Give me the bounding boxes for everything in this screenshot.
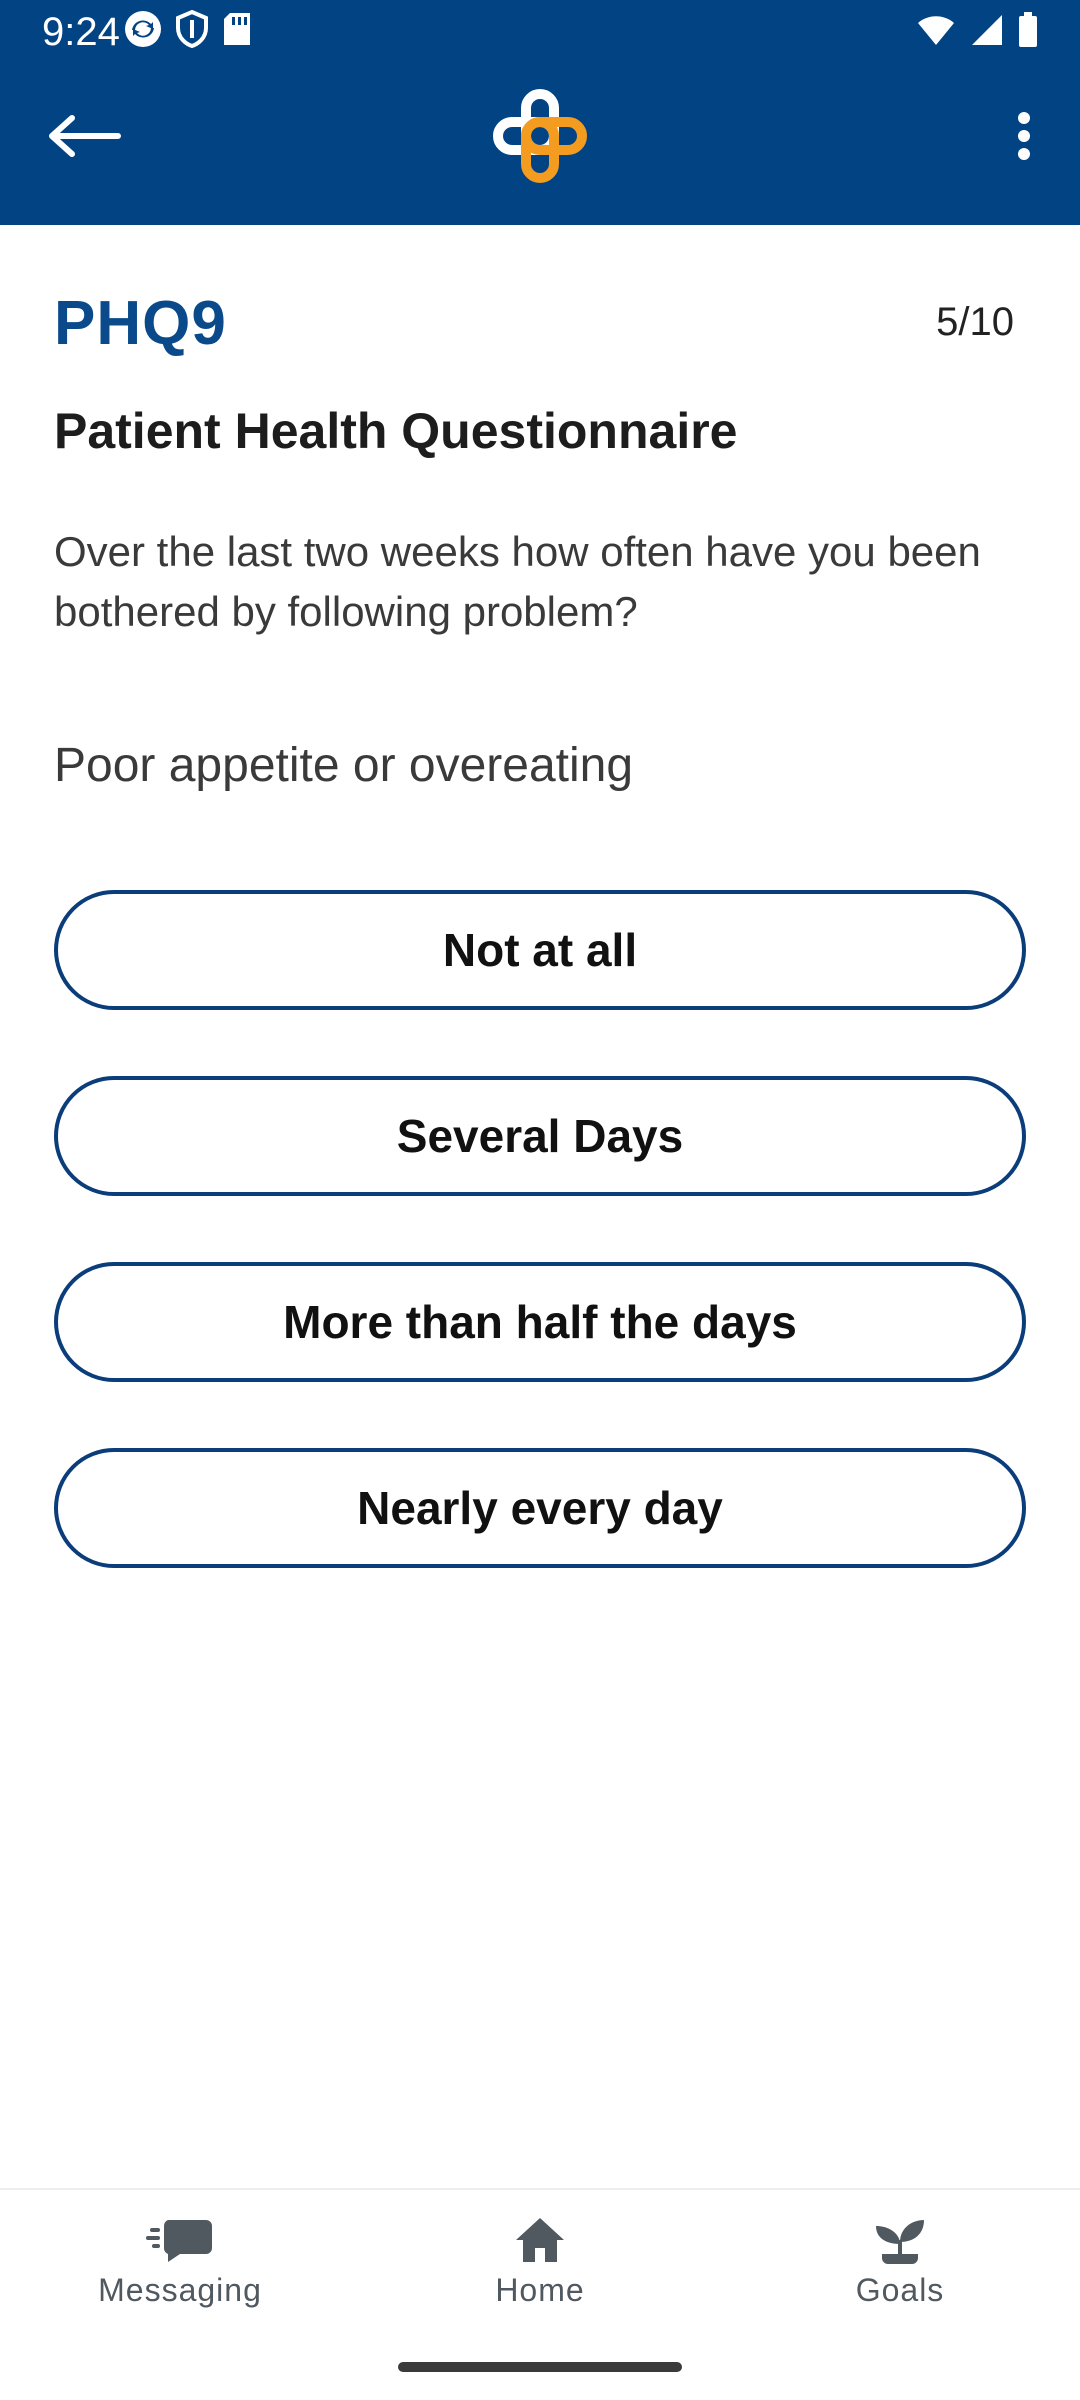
questionnaire-title: Patient Health Questionnaire bbox=[54, 403, 738, 459]
app-bar: 9:24 bbox=[0, 0, 1080, 225]
more-options-button[interactable] bbox=[988, 96, 1060, 176]
sprout-icon bbox=[876, 2220, 924, 2264]
option-nearly-every-day-button[interactable]: Nearly every day bbox=[54, 1448, 1026, 1568]
nav-item-messaging[interactable]: Messaging bbox=[50, 2216, 310, 2326]
option-several-days-button[interactable]: Several Days bbox=[54, 1076, 1026, 1196]
question-progress: 5/10 bbox=[936, 300, 1014, 344]
question-instruction: Over the last two weeks how often have y… bbox=[54, 528, 981, 635]
sd-card-icon bbox=[222, 11, 252, 52]
more-vert-icon bbox=[1018, 112, 1030, 160]
nav-label-goals: Goals bbox=[855, 2272, 945, 2308]
shield-icon bbox=[176, 9, 208, 53]
status-time: 9:24 bbox=[42, 10, 120, 54]
status-right-icons bbox=[916, 12, 1038, 53]
nav-label-home: Home bbox=[495, 2272, 585, 2308]
option-more-than-half-button[interactable]: More than half the days bbox=[54, 1262, 1026, 1382]
arrow-left-icon bbox=[49, 115, 121, 157]
back-button[interactable] bbox=[40, 96, 128, 176]
chat-icon bbox=[146, 2220, 212, 2262]
signal-icon bbox=[970, 13, 1004, 52]
sync-icon bbox=[124, 10, 162, 53]
wifi-icon bbox=[916, 13, 956, 52]
option-not-at-all-button[interactable]: Not at all bbox=[54, 890, 1026, 1010]
status-left-icons bbox=[124, 9, 252, 53]
nav-item-goals[interactable]: Goals bbox=[770, 2216, 1030, 2326]
nav-label-messaging: Messaging bbox=[98, 2272, 262, 2308]
nav-item-home[interactable]: Home bbox=[410, 2216, 670, 2326]
answer-options: Not at all Several Days More than half t… bbox=[54, 890, 1026, 1634]
battery-icon bbox=[1018, 12, 1038, 53]
questionnaire-code: PHQ9 bbox=[54, 289, 227, 358]
question-text: Poor appetite or overeating bbox=[54, 739, 634, 792]
gesture-home-indicator[interactable] bbox=[398, 2362, 682, 2372]
home-icon bbox=[516, 2218, 564, 2262]
health-cross-logo bbox=[490, 86, 590, 186]
